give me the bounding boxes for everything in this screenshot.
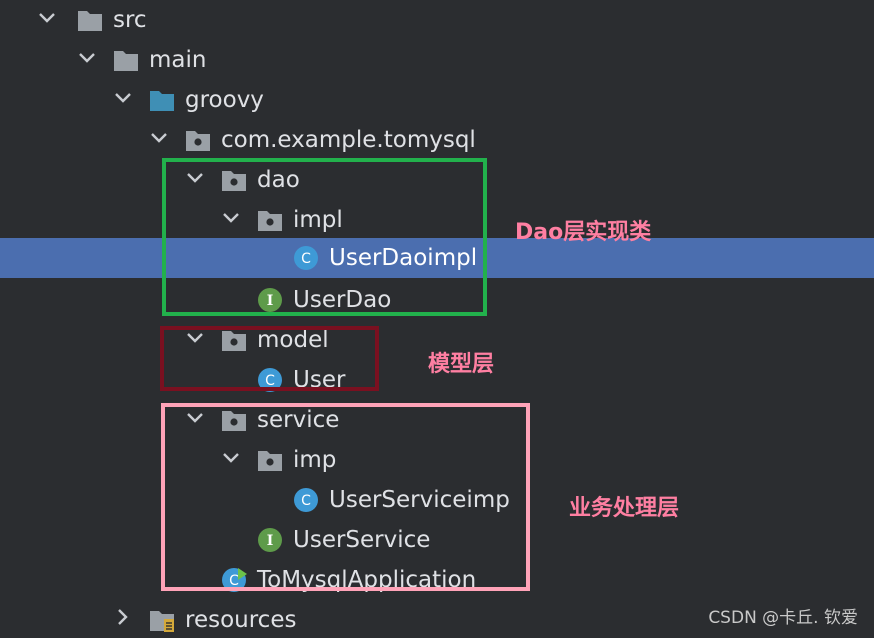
watermark: CSDN @卡丘. 钦爱 (708, 608, 858, 628)
class-icon: C (292, 245, 320, 271)
tree-row-userservice[interactable]: I UserService (0, 520, 874, 560)
tree-node-label: main (149, 47, 207, 73)
svg-text:C: C (301, 493, 311, 509)
tree-row-userdaoimpl[interactable]: C UserDaoimpl (0, 238, 874, 278)
dao-annotation-label: Dao层实现类 (515, 220, 652, 245)
source-root-folder-icon (148, 87, 176, 113)
chevron-down-icon[interactable] (76, 40, 98, 80)
tree-row-com-example-tomysql[interactable]: com.example.tomysql (0, 120, 874, 160)
tree-node-label: UserServiceimp (329, 487, 510, 513)
tree-node-label: groovy (185, 87, 264, 113)
tree-node-label: UserDao (293, 287, 392, 313)
tree-node-label: service (257, 407, 340, 433)
tree-node-label: resources (185, 607, 297, 633)
chevron-right-icon[interactable] (112, 600, 134, 638)
tree-row-userserviceimp[interactable]: C UserServiceimp (0, 480, 874, 520)
svg-text:C: C (301, 251, 311, 267)
tree-row-src[interactable]: src (0, 0, 874, 40)
spring-boot-class-icon: C (220, 567, 248, 593)
project-tree-panel: src main groovy com.example.tomysql dao … (0, 0, 874, 638)
tree-node-label: dao (257, 167, 300, 193)
package-icon (220, 407, 248, 433)
svg-text:I: I (267, 533, 274, 549)
chevron-down-icon[interactable] (220, 200, 242, 240)
tree-node-label: src (113, 7, 147, 33)
resources-folder-icon (148, 607, 176, 633)
tree-node-label: UserService (293, 527, 431, 553)
service-annotation-label: 业务处理层 (569, 496, 680, 521)
tree-node-label: ToMysqlApplication (257, 567, 477, 593)
folder-icon (112, 47, 140, 73)
tree-row-tomysqlapplication[interactable]: C ToMysqlApplication (0, 560, 874, 600)
package-icon (220, 327, 248, 353)
interface-icon: I (256, 527, 284, 553)
svg-text:C: C (229, 573, 239, 589)
chevron-down-icon[interactable] (220, 440, 242, 480)
svg-text:C: C (265, 373, 275, 389)
tree-row-groovy[interactable]: groovy (0, 80, 874, 120)
tree-row-userdao[interactable]: I UserDao (0, 280, 874, 320)
chevron-down-icon[interactable] (112, 80, 134, 120)
tree-node-label: imp (293, 447, 337, 473)
chevron-down-icon[interactable] (184, 320, 206, 360)
tree-node-label: impl (293, 207, 343, 233)
tree-row-service[interactable]: service (0, 400, 874, 440)
tree-node-label: UserDaoimpl (329, 245, 478, 271)
tree-row-main[interactable]: main (0, 40, 874, 80)
package-icon (256, 207, 284, 233)
chevron-down-icon[interactable] (184, 160, 206, 200)
model-annotation-label: 模型层 (428, 352, 495, 377)
tree-row-imp[interactable]: imp (0, 440, 874, 480)
interface-icon: I (256, 287, 284, 313)
folder-icon (76, 7, 104, 33)
package-icon (184, 127, 212, 153)
class-icon: C (292, 487, 320, 513)
tree-node-label: com.example.tomysql (221, 127, 476, 153)
package-icon (220, 167, 248, 193)
chevron-down-icon[interactable] (148, 120, 170, 160)
chevron-down-icon[interactable] (36, 0, 58, 40)
svg-text:I: I (267, 293, 274, 309)
tree-node-label: User (293, 367, 346, 393)
tree-row-dao[interactable]: dao (0, 160, 874, 200)
tree-row-impl[interactable]: impl (0, 200, 874, 240)
chevron-down-icon[interactable] (184, 400, 206, 440)
class-icon: C (256, 367, 284, 393)
tree-node-label: model (257, 327, 329, 353)
package-icon (256, 447, 284, 473)
